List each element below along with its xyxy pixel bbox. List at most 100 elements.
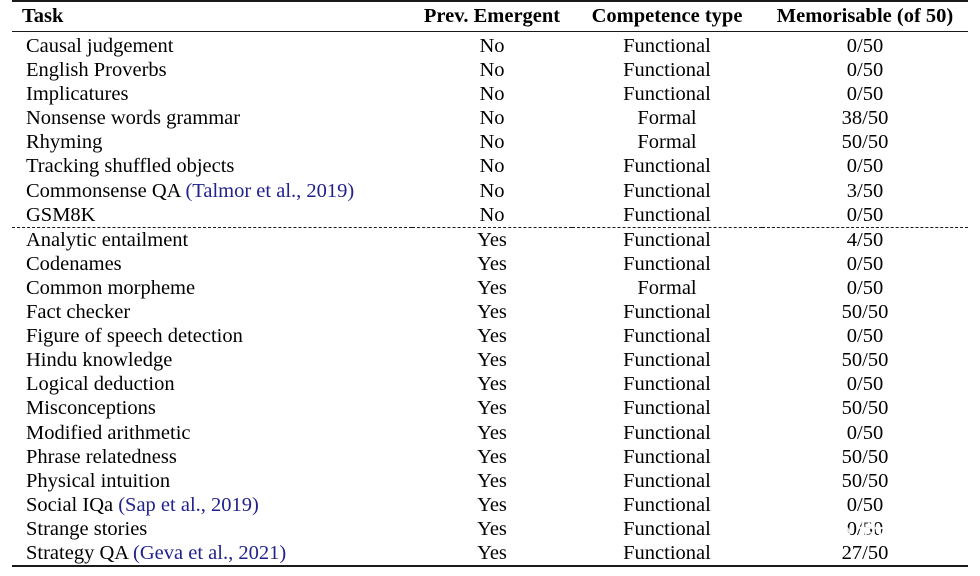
cell-prev-emergent: Yes xyxy=(477,373,507,396)
cell-task: Codenames xyxy=(12,252,412,276)
cell-competence-type: Functional xyxy=(623,469,711,492)
cell-prev-emergent: No xyxy=(479,179,505,202)
task-name: Tracking shuffled objects xyxy=(26,155,235,178)
cell-memorisable: 50/50 xyxy=(841,445,889,468)
cell-competence-type: Functional xyxy=(623,35,711,57)
cell-memorisable: 0/50 xyxy=(846,517,884,540)
table-row: Modified arithmetic Yes Functional 0/50 xyxy=(12,421,968,445)
cell-memorisable: 0/50 xyxy=(846,252,884,275)
cell-competence-type: Formal xyxy=(637,131,697,154)
cell-competence-type: Functional xyxy=(623,325,711,348)
task-citation-link[interactable]: (Sap et al., 2019) xyxy=(118,494,259,516)
table-row: Social IQa (Sap et al., 2019) Yes Function… xyxy=(12,493,968,517)
cell-memorisable: 38/50 xyxy=(841,107,889,130)
cell-prev-emergent: Yes xyxy=(477,252,507,275)
table-row: Misconceptions Yes Functional 50/50 xyxy=(12,396,968,420)
cell-memorisable: 0/50 xyxy=(846,59,884,82)
cell-prev-emergent: No xyxy=(479,155,505,178)
cell-task: Implicatures xyxy=(12,82,412,106)
cell-task: Phrase relatedness xyxy=(12,445,412,469)
task-name: Hindu knowledge xyxy=(26,349,173,372)
task-name: Nonsense words grammar xyxy=(26,107,241,130)
cell-prev-emergent: Yes xyxy=(477,349,507,372)
cell-prev-emergent: Yes xyxy=(477,469,507,492)
column-header-memorisable: Memorisable (of 50) xyxy=(776,5,954,27)
cell-task: Analytic entailment xyxy=(12,228,412,252)
cell-competence-type: Functional xyxy=(623,541,711,564)
cell-task: Physical intuition xyxy=(12,469,412,493)
table-row: Common morpheme Yes Formal 0/50 xyxy=(12,276,968,300)
cell-memorisable: 3/50 xyxy=(846,179,884,202)
task-name: Figure of speech detection xyxy=(26,325,243,348)
cell-competence-type: Functional xyxy=(623,203,711,226)
cell-memorisable: 0/50 xyxy=(846,203,884,226)
cell-competence-type: Functional xyxy=(623,349,711,372)
task-name: Analytic entailment xyxy=(26,228,189,251)
table-container: Task Prev. Emergent Competence type Memo… xyxy=(0,0,980,576)
table-row: Strategy QA (Geva et al., 2021) Yes Functi… xyxy=(12,541,968,566)
cell-competence-type: Functional xyxy=(623,228,711,251)
cell-competence-type: Functional xyxy=(623,59,711,82)
task-citation-link[interactable]: (Geva et al., 2021) xyxy=(133,542,286,564)
table-row: GSM8K No Functional 0/50 xyxy=(12,203,968,228)
task-name: Causal judgement xyxy=(26,35,174,57)
cell-task: Tracking shuffled objects xyxy=(12,154,412,178)
cell-task: Figure of speech detection xyxy=(12,324,412,348)
table-row: Analytic entailment Yes Functional 4/50 xyxy=(12,228,968,252)
cell-competence-type: Functional xyxy=(623,445,711,468)
cell-memorisable: 50/50 xyxy=(841,469,889,492)
table-row: Hindu knowledge Yes Functional 50/50 xyxy=(12,348,968,372)
cell-memorisable: 0/50 xyxy=(846,373,884,396)
cell-task: Modified arithmetic xyxy=(12,421,412,445)
table-row: Phrase relatedness Yes Functional 50/50 xyxy=(12,445,968,469)
task-name: English Proverbs xyxy=(26,59,167,82)
table-row: Rhyming No Formal 50/50 xyxy=(12,130,968,154)
cell-competence-type: Functional xyxy=(623,421,711,444)
table-footer xyxy=(12,565,968,570)
cell-prev-emergent: No xyxy=(479,59,505,82)
cell-task: English Proverbs xyxy=(12,58,412,82)
task-name: Implicatures xyxy=(26,83,129,106)
cell-memorisable: 4/50 xyxy=(846,228,884,251)
cell-task: Logical deduction xyxy=(12,372,412,396)
cell-task: Strange stories xyxy=(12,517,412,541)
cell-prev-emergent: No xyxy=(479,203,505,226)
task-name: Codenames xyxy=(26,252,122,275)
task-name: Modified arithmetic xyxy=(26,421,191,444)
cell-memorisable: 50/50 xyxy=(841,301,889,324)
cell-task: Rhyming xyxy=(12,130,412,154)
task-name: GSM8K xyxy=(26,203,96,226)
cell-prev-emergent: Yes xyxy=(477,421,507,444)
bottom-rule-row xyxy=(12,565,968,570)
cell-task: GSM8K xyxy=(12,203,412,228)
table-row: English Proverbs No Functional 0/50 xyxy=(12,58,968,82)
task-name: Rhyming xyxy=(26,131,103,154)
cell-memorisable: 50/50 xyxy=(841,349,889,372)
cell-competence-type: Functional xyxy=(623,517,711,540)
table-row: Fact checker Yes Functional 50/50 xyxy=(12,300,968,324)
cell-task: Causal judgement xyxy=(12,34,412,58)
header-row: Task Prev. Emergent Competence type Memo… xyxy=(12,4,968,32)
task-name: Logical deduction xyxy=(26,373,175,396)
cell-prev-emergent: No xyxy=(479,35,505,57)
results-table: Task Prev. Emergent Competence type Memo… xyxy=(12,0,968,570)
cell-competence-type: Functional xyxy=(623,373,711,396)
cell-memorisable: 50/50 xyxy=(841,397,889,420)
cell-prev-emergent: Yes xyxy=(477,517,507,540)
cell-prev-emergent: Yes xyxy=(477,325,507,348)
cell-prev-emergent: Yes xyxy=(477,541,507,564)
cell-task: Commonsense QA (Talmor et al., 2019) xyxy=(12,179,412,203)
table-row: Codenames Yes Functional 0/50 xyxy=(12,252,968,276)
table-row: Figure of speech detection Yes Functional 0… xyxy=(12,324,968,348)
cell-competence-type: Functional xyxy=(623,179,711,202)
cell-prev-emergent: No xyxy=(479,83,505,106)
task-citation-link[interactable]: (Talmor et al., 2019) xyxy=(185,180,354,202)
cell-memorisable: 50/50 xyxy=(841,131,889,154)
table-row: Tracking shuffled objects No Functional 0/5… xyxy=(12,154,968,178)
cell-competence-type: Functional xyxy=(623,397,711,420)
task-name: Physical intuition xyxy=(26,469,171,492)
cell-memorisable: 0/50 xyxy=(846,325,884,348)
cell-task: Hindu knowledge xyxy=(12,348,412,372)
cell-task: Social IQa (Sap et al., 2019) xyxy=(12,493,412,517)
cell-prev-emergent: Yes xyxy=(477,228,507,251)
